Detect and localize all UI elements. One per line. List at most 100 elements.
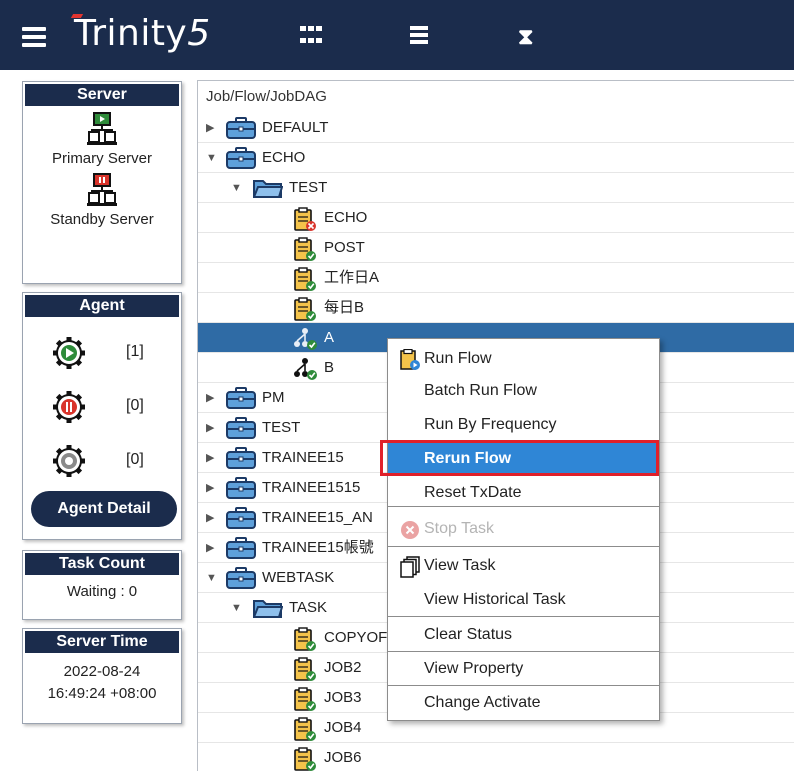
tree-row-label: 工作日A	[324, 269, 380, 286]
menu-item-label: Run By Frequency	[424, 416, 557, 433]
grid-icon[interactable]	[300, 26, 324, 48]
tree-row-label: JOB4	[324, 719, 362, 736]
tree-row[interactable]: ▼ TEST	[198, 173, 794, 203]
top-navigation-bar: Trinity5 ⧗	[0, 0, 794, 70]
server-time-title: Server Time	[25, 631, 179, 653]
server-time-panel: Server Time 2022-08-24 16:49:24 +08:00	[22, 628, 182, 724]
menu-item[interactable]: View Historical Task	[388, 583, 659, 617]
menu-item[interactable]: Change Activate	[388, 686, 659, 720]
tree-row[interactable]: JOB6	[198, 743, 794, 771]
menu-item-label: Clear Status	[424, 626, 513, 643]
tree-row-label: TRAINEE1515	[262, 479, 361, 496]
caret-down-icon[interactable]: ▼	[206, 143, 218, 173]
menu-item[interactable]: View Task	[388, 549, 659, 583]
agent-panel: Agent [1] [0] [0] Agent Detail	[22, 292, 182, 540]
menu-item[interactable]: View Property	[388, 652, 659, 686]
tree-row-label: TRAINEE15帳號	[262, 539, 374, 556]
tree-row-label: JOB6	[324, 749, 362, 766]
agent-idle-row[interactable]: [0]	[51, 443, 161, 479]
caret-right-icon[interactable]: ▶	[206, 383, 218, 413]
primary-server-label: Primary Server	[51, 150, 152, 167]
caret-right-icon[interactable]: ▶	[206, 413, 218, 443]
menu-separator	[388, 546, 659, 547]
primary-server[interactable]: Primary Server	[23, 112, 181, 167]
server-panel-title: Server	[25, 84, 179, 106]
tree-row-label: TRAINEE15_AN	[262, 509, 373, 526]
caret-right-icon[interactable]: ▶	[206, 533, 218, 563]
caret-right-icon[interactable]: ▶	[206, 503, 218, 533]
hourglass-icon[interactable]: ⧗	[518, 26, 542, 48]
caret-right-icon[interactable]: ▶	[206, 473, 218, 503]
menu-separator	[388, 651, 659, 652]
tree-row-label: JOB3	[324, 689, 362, 706]
caret-down-icon[interactable]: ▼	[206, 563, 218, 593]
task-count-value: Waiting : 0	[66, 583, 138, 600]
menu-item[interactable]: Batch Run Flow	[388, 374, 659, 408]
server-date: 2022-08-24	[63, 663, 141, 680]
tree-row[interactable]: ECHO	[198, 203, 794, 233]
agent-stopped-count: [0]	[126, 397, 144, 414]
menu-item: Stop Task	[388, 512, 659, 546]
highlight-rerun-flow	[380, 440, 659, 476]
menu-item-label: Reset TxDate	[424, 484, 522, 501]
menu-separator	[388, 616, 659, 617]
task-count-title: Task Count	[25, 553, 179, 575]
agent-idle-count: [0]	[126, 451, 144, 468]
menu-separator	[388, 506, 659, 507]
standby-server-label: Standby Server	[50, 211, 154, 228]
caret-right-icon[interactable]: ▶	[206, 113, 218, 143]
list-icon[interactable]	[410, 26, 434, 48]
standby-server-icon	[87, 173, 117, 206]
server-panel: Server Primary Server Standby Server	[22, 81, 182, 284]
agent-running-count: [1]	[126, 343, 144, 360]
caret-right-icon[interactable]: ▶	[206, 443, 218, 473]
app-logo: Trinity5	[70, 12, 211, 56]
gear-running-icon	[53, 337, 85, 369]
tree-row-label: WEBTASK	[262, 569, 335, 586]
tree-row[interactable]: ▼ ECHO	[198, 143, 794, 173]
tree-row-label: ECHO	[262, 149, 306, 166]
tree-row-label: B	[324, 359, 335, 376]
gear-idle-icon	[53, 445, 85, 477]
agent-stopped-row[interactable]: [0]	[51, 389, 161, 425]
hamburger-menu-icon[interactable]	[22, 27, 46, 49]
tree-row-label: TRAINEE15	[262, 449, 344, 466]
tree-row-label: PM	[262, 389, 285, 406]
menu-item-label: Batch Run Flow	[424, 382, 537, 399]
agent-detail-button[interactable]: Agent Detail	[31, 491, 177, 527]
menu-item-label: Stop Task	[424, 520, 494, 537]
gear-stopped-icon	[53, 391, 85, 423]
tree-row[interactable]: 每日B	[198, 293, 794, 323]
server-time: 16:49:24 +08:00	[47, 685, 157, 702]
agent-running-row[interactable]: [1]	[51, 335, 161, 371]
tree-row-label: DEFAULT	[262, 119, 329, 136]
tree-row-label: TEST	[289, 179, 328, 196]
job-success-icon	[292, 747, 318, 771]
menu-item[interactable]: Run By Frequency	[388, 408, 659, 442]
menu-item-label: Run Flow	[424, 350, 492, 367]
server-time-value: 2022-08-24 16:49:24 +08:00	[23, 661, 181, 705]
menu-item-label: View Historical Task	[424, 591, 566, 608]
task-count-panel: Task Count Waiting : 0	[22, 550, 182, 620]
tree-row-label: TEST	[262, 419, 301, 436]
menu-item[interactable]: Clear Status	[388, 618, 659, 652]
caret-down-icon[interactable]: ▼	[231, 173, 243, 203]
tree-row-label: A	[324, 329, 335, 346]
caret-down-icon[interactable]: ▼	[231, 593, 243, 623]
tree-row-label: 每日B	[324, 299, 365, 316]
menu-item[interactable]: Reset TxDate	[388, 476, 659, 510]
menu-item-label: Change Activate	[424, 694, 541, 711]
tree-row[interactable]: ▶ DEFAULT	[198, 113, 794, 143]
tree-row-label: TASK	[289, 599, 328, 616]
menu-item-label: View Task	[424, 557, 496, 574]
tree-row-label: POST	[324, 239, 365, 256]
context-menu: Run Flow Batch Run Flow Run By Frequency Re…	[387, 338, 660, 721]
standby-server[interactable]: Standby Server	[23, 173, 181, 228]
menu-separator	[388, 685, 659, 686]
tree-row[interactable]: POST	[198, 233, 794, 263]
tree-header: Job/Flow/JobDAG	[206, 88, 327, 105]
agent-panel-title: Agent	[25, 295, 179, 317]
tree-row-label: JOB2	[324, 659, 362, 676]
tree-row[interactable]: 工作日A	[198, 263, 794, 293]
menu-item[interactable]: Run Flow	[388, 342, 659, 376]
